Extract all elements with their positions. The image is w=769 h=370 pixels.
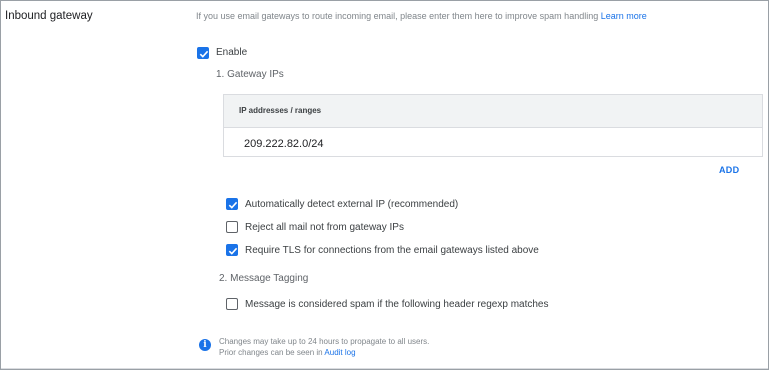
reject-non-gateway-checkbox[interactable] <box>226 221 238 233</box>
info-icon: i <box>199 339 211 351</box>
section-description: If you use email gateways to route incom… <box>196 11 647 21</box>
audit-log-link[interactable]: Audit log <box>324 348 355 357</box>
gateway-ip-table: IP addresses / ranges 209.222.82.0/24 <box>223 94 763 157</box>
check-icon <box>228 247 238 255</box>
add-ip-button[interactable]: ADD <box>719 165 739 175</box>
enable-checkbox[interactable] <box>197 47 209 59</box>
settings-panel: Inbound gateway If you use email gateway… <box>0 0 769 370</box>
description-text: If you use email gateways to route incom… <box>196 11 599 21</box>
require-tls-checkbox[interactable] <box>226 244 238 256</box>
require-tls-label: Require TLS for connections from the ema… <box>245 245 539 256</box>
gateway-ips-heading: 1. Gateway IPs <box>216 69 284 80</box>
table-row-ip[interactable]: 209.222.82.0/24 <box>244 138 324 150</box>
column-header-ip: IP addresses / ranges <box>239 106 322 115</box>
spam-header-regexp-label: Message is considered spam if the follow… <box>245 299 549 310</box>
propagation-note: Changes may take up to 24 hours to propa… <box>219 337 430 346</box>
check-icon <box>199 50 209 58</box>
check-icon <box>228 201 238 209</box>
table-header: IP addresses / ranges <box>224 95 762 128</box>
spam-header-regexp-checkbox[interactable] <box>226 298 238 310</box>
auto-detect-ip-checkbox[interactable] <box>226 198 238 210</box>
message-tagging-heading: 2. Message Tagging <box>219 273 309 284</box>
auto-detect-ip-label: Automatically detect external IP (recomm… <box>245 199 459 210</box>
audit-note-prefix: Prior changes can be seen in <box>219 348 323 357</box>
section-title: Inbound gateway <box>5 10 93 22</box>
bottom-divider <box>1 368 768 369</box>
reject-non-gateway-label: Reject all mail not from gateway IPs <box>245 222 404 233</box>
learn-more-link[interactable]: Learn more <box>601 11 647 21</box>
audit-note: Prior changes can be seen in Audit log <box>219 348 356 357</box>
enable-label: Enable <box>216 47 248 58</box>
